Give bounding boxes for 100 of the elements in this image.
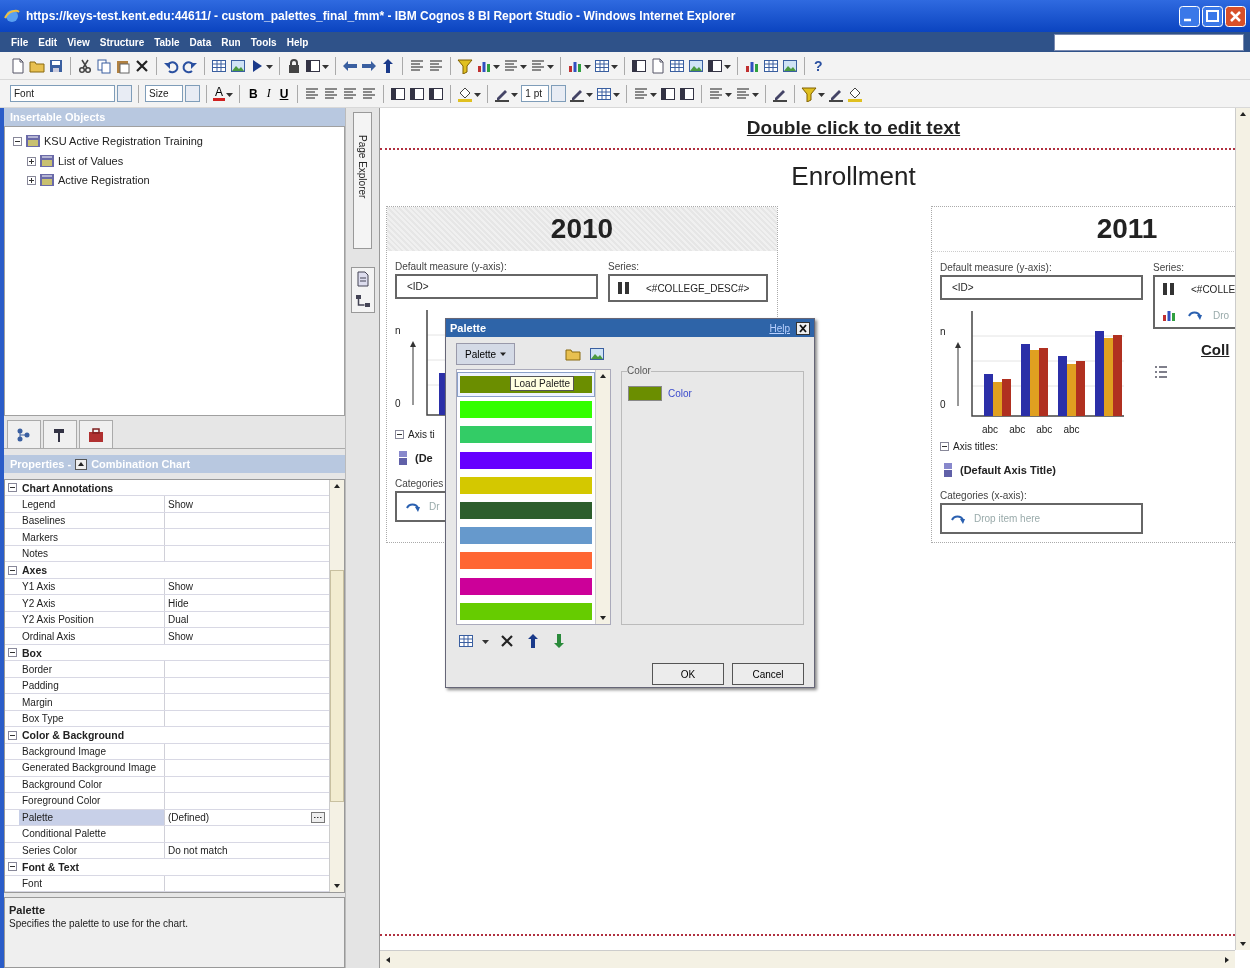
scissors-icon[interactable]	[77, 57, 93, 74]
font-color-button[interactable]: A	[213, 86, 225, 101]
tab[interactable]	[7, 420, 41, 448]
image-icon[interactable]	[230, 57, 246, 74]
columns-icon[interactable]	[631, 57, 647, 74]
property-group[interactable]: Font & Text	[19, 859, 329, 875]
ellipsis-button[interactable]	[311, 811, 325, 823]
delete-icon[interactable]	[134, 57, 150, 74]
property-name[interactable]: Ordinal Axis	[19, 628, 165, 644]
image-icon[interactable]	[688, 57, 704, 74]
table-icon[interactable]	[669, 57, 685, 74]
property-name[interactable]: Y2 Axis Position	[19, 611, 165, 628]
property-value[interactable]: (Defined)	[168, 811, 210, 823]
drop-zone[interactable]: <ID>	[395, 274, 598, 299]
nodes-icon[interactable]	[354, 293, 371, 310]
menu-item[interactable]: File	[6, 36, 34, 48]
menu-item[interactable]: Run	[216, 36, 246, 48]
font-field[interactable]: Font	[10, 85, 115, 102]
tree-item[interactable]: KSU Active Registration Training	[44, 135, 203, 147]
property-name[interactable]: Legend	[19, 496, 165, 512]
toolbox-icon[interactable]	[88, 426, 104, 443]
help-button[interactable]: ?	[811, 57, 826, 74]
size-field[interactable]: Size	[145, 85, 183, 102]
property-group[interactable]: Axes	[19, 562, 329, 578]
drop-zone[interactable]: <ID>	[940, 275, 1143, 300]
lock-icon[interactable]	[286, 57, 302, 74]
table-icon[interactable]	[211, 57, 227, 74]
collapse-icon[interactable]	[395, 430, 404, 439]
address-field[interactable]	[1054, 33, 1244, 51]
tree-item[interactable]: Active Registration	[58, 174, 150, 186]
image-icon[interactable]	[782, 57, 798, 74]
property-value[interactable]: Show	[168, 630, 193, 642]
collapse-icon[interactable]	[8, 565, 17, 575]
property-value[interactable]: Show	[168, 498, 193, 510]
help-link[interactable]: Help	[769, 322, 790, 334]
table-icon[interactable]	[596, 85, 613, 102]
axis-title[interactable]: (Default Axis Title)	[960, 464, 1056, 476]
columns-icon[interactable]	[707, 57, 723, 74]
property-name[interactable]: Box Type	[19, 710, 165, 727]
caret-icon[interactable]	[500, 351, 507, 357]
text-style-button[interactable]: I	[263, 86, 274, 101]
table-icon[interactable]	[763, 57, 779, 74]
menu-item[interactable]: Structure	[94, 36, 150, 48]
columns-icon[interactable]	[660, 85, 677, 102]
dialog-button[interactable]: OK	[652, 663, 724, 685]
filter-icon[interactable]	[801, 85, 818, 102]
list-icon[interactable]	[409, 57, 425, 74]
property-value[interactable]: Do not match	[168, 844, 228, 856]
collapse-icon[interactable]	[8, 862, 17, 872]
property-name[interactable]: Markers	[19, 529, 165, 545]
tab[interactable]	[43, 420, 77, 448]
tree-icon[interactable]	[16, 426, 32, 443]
collapse-icon[interactable]	[8, 730, 17, 740]
expand-icon[interactable]	[27, 156, 36, 166]
columns-icon[interactable]	[390, 85, 407, 102]
drop-zone[interactable]: <#COLLEGE_DESC#>	[608, 274, 768, 302]
filter-icon[interactable]	[457, 57, 473, 74]
columns-icon[interactable]	[409, 85, 426, 102]
property-value[interactable]: Show	[168, 581, 193, 593]
collapse-icon[interactable]	[8, 483, 17, 493]
list-icon[interactable]	[428, 57, 444, 74]
list-icon[interactable]	[342, 85, 359, 102]
select-ancestor-icon[interactable]	[75, 458, 88, 470]
menu-item[interactable]: Tools	[245, 36, 282, 48]
property-value[interactable]: Hide	[168, 597, 189, 609]
color-link[interactable]: Color	[668, 388, 692, 399]
document-icon[interactable]	[650, 57, 666, 74]
legend-title[interactable]: Coll	[1201, 341, 1230, 358]
property-group[interactable]: Box	[19, 644, 329, 661]
image-icon[interactable]	[589, 346, 605, 362]
property-name[interactable]: Generated Background Image	[19, 760, 165, 776]
dialog-button[interactable]: Cancel	[732, 663, 804, 685]
property-group[interactable]: Color & Background	[19, 727, 329, 743]
color-swatch[interactable]	[628, 386, 662, 401]
property-name[interactable]: Background Color	[19, 776, 165, 793]
dots-icon[interactable]	[313, 815, 323, 819]
table-icon[interactable]	[458, 633, 474, 649]
table-icon[interactable]	[594, 57, 610, 74]
close-icon[interactable]	[796, 321, 810, 335]
tree-item[interactable]: List of Values	[58, 155, 124, 167]
property-name[interactable]: Y1 Axis	[19, 578, 165, 595]
minimize-icon[interactable]	[1179, 5, 1200, 27]
property-group[interactable]: Chart Annotations	[19, 480, 329, 496]
maximize-icon[interactable]	[1202, 5, 1223, 27]
scrollbar[interactable]	[329, 480, 344, 892]
property-name[interactable]: Padding	[19, 677, 165, 694]
list-icon[interactable]	[361, 85, 378, 102]
property-name[interactable]: Series Color	[19, 842, 165, 859]
property-name[interactable]: Conditional Palette	[19, 826, 165, 842]
tab[interactable]	[79, 420, 113, 448]
list-icon[interactable]	[304, 85, 321, 102]
columns-icon[interactable]	[428, 85, 445, 102]
expand-icon[interactable]	[27, 175, 36, 185]
scrollbar[interactable]	[380, 950, 1235, 968]
collapse-icon[interactable]	[13, 136, 22, 146]
collapse-icon[interactable]	[8, 648, 17, 658]
document-icon[interactable]	[10, 57, 26, 74]
property-name[interactable]: Y2 Axis	[19, 595, 165, 611]
property-name[interactable]: Font	[19, 875, 165, 892]
list-icon[interactable]	[323, 85, 340, 102]
